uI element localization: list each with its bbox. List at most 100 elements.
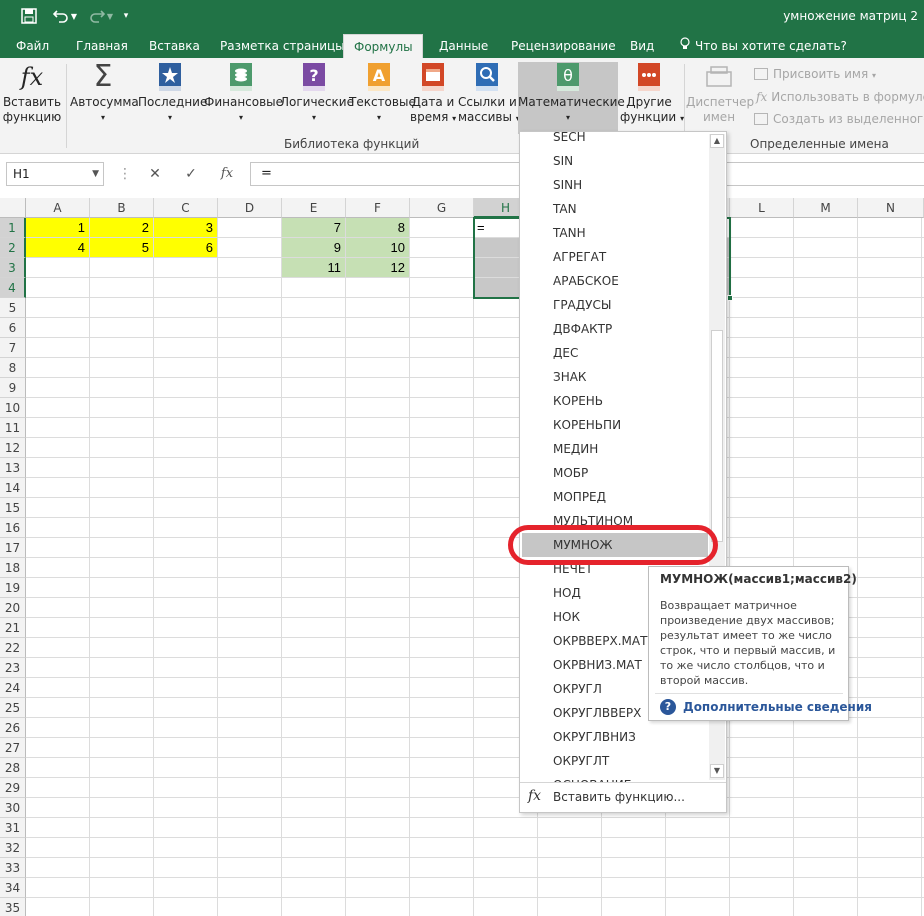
use-in-formula-button[interactable]: fxИспользовать в формуле ▾ (756, 87, 924, 107)
spreadsheet-grid[interactable]: A B C D E F G H I J K L M N 123456789101… (0, 198, 924, 916)
menu-item[interactable]: TAN (520, 197, 710, 221)
menu-item[interactable]: ДВФАКТР (520, 317, 710, 341)
row-header[interactable]: 17 (0, 538, 26, 558)
cell-a1[interactable]: 1 (26, 218, 90, 238)
row-header[interactable]: 9 (0, 378, 26, 398)
row-header[interactable]: 6 (0, 318, 26, 338)
column-header[interactable]: E (282, 198, 346, 218)
menu-item[interactable]: АРАБСКОЕ (520, 269, 710, 293)
row-header[interactable]: 14 (0, 478, 26, 498)
cell-a2[interactable]: 4 (26, 238, 90, 258)
row-header[interactable]: 18 (0, 558, 26, 578)
menu-item[interactable]: МОБР (520, 461, 710, 485)
autosum-button[interactable]: Σ Автосумма ▾ (70, 62, 139, 134)
menu-item[interactable]: ОКРУГЛВНИЗ (520, 725, 710, 749)
recent-functions-button[interactable]: Последние ▾ (138, 62, 207, 134)
menu-item[interactable]: SECH (520, 132, 710, 149)
menu-item[interactable]: ГРАДУСЫ (520, 293, 710, 317)
fx-icon[interactable]: fx (214, 162, 240, 186)
row-header[interactable]: 11 (0, 418, 26, 438)
tooltip-more-info-link[interactable]: Дополнительные сведения (683, 700, 872, 714)
customize-qat-icon[interactable]: ▾ (118, 6, 134, 26)
menu-item[interactable]: МЕДИН (520, 437, 710, 461)
logical-button[interactable]: ? Логические ▾ (280, 62, 354, 134)
cell-e2[interactable]: 9 (282, 238, 346, 258)
row-header[interactable]: 13 (0, 458, 26, 478)
row-header[interactable]: 33 (0, 858, 26, 878)
row-header[interactable]: 15 (0, 498, 26, 518)
menu-item[interactable]: КОРЕНЬ (520, 389, 710, 413)
scroll-down-icon[interactable]: ▼ (710, 764, 724, 778)
cell-e3[interactable]: 11 (282, 258, 346, 278)
menu-item[interactable]: КОРЕНЬПИ (520, 413, 710, 437)
fill-handle[interactable] (727, 295, 733, 301)
column-header[interactable]: L (730, 198, 794, 218)
row-header[interactable]: 8 (0, 358, 26, 378)
row-header[interactable]: 31 (0, 818, 26, 838)
cell-f3[interactable]: 12 (346, 258, 410, 278)
column-header[interactable]: C (154, 198, 218, 218)
tab-formulas[interactable]: Формулы (343, 34, 423, 58)
menu-item[interactable]: ЗНАК (520, 365, 710, 389)
name-box[interactable]: H1 ▼ (6, 162, 104, 186)
tab-data[interactable]: Данные (429, 34, 498, 58)
row-header[interactable]: 7 (0, 338, 26, 358)
menu-item[interactable]: SIN (520, 149, 710, 173)
row-header[interactable]: 32 (0, 838, 26, 858)
column-header[interactable]: A (26, 198, 90, 218)
row-header[interactable]: 12 (0, 438, 26, 458)
cell-c1[interactable]: 3 (154, 218, 218, 238)
menu-item[interactable]: ДЕС (520, 341, 710, 365)
column-header[interactable]: D (218, 198, 282, 218)
row-header[interactable]: 20 (0, 598, 26, 618)
chevron-down-icon[interactable]: ▼ (92, 163, 99, 185)
row-header[interactable]: 4 (0, 278, 26, 298)
row-header[interactable]: 5 (0, 298, 26, 318)
math-trig-button[interactable]: θ Математические ▾ (518, 62, 625, 134)
menu-item[interactable]: МОПРЕД (520, 485, 710, 509)
row-header[interactable]: 30 (0, 798, 26, 818)
menu-item[interactable]: АГРЕГАТ (520, 245, 710, 269)
row-header[interactable]: 34 (0, 878, 26, 898)
row-header[interactable]: 19 (0, 578, 26, 598)
tab-view[interactable]: Вид (620, 34, 664, 58)
tab-insert[interactable]: Вставка (139, 34, 210, 58)
cell-c2[interactable]: 6 (154, 238, 218, 258)
tell-me-box[interactable]: Что вы хотите сделать? (680, 34, 847, 58)
cell-e1[interactable]: 7 (282, 218, 346, 238)
more-functions-button[interactable]: Другие функции ▾ (620, 62, 684, 134)
column-header[interactable]: N (858, 198, 924, 218)
row-header[interactable]: 35 (0, 898, 26, 916)
menu-item[interactable]: ОКРУГЛТ (520, 749, 710, 773)
cell-b2[interactable]: 5 (90, 238, 154, 258)
row-header[interactable]: 25 (0, 698, 26, 718)
row-header[interactable]: 29 (0, 778, 26, 798)
select-all-corner[interactable] (0, 198, 26, 218)
redo-dropdown-icon[interactable]: ▼ (104, 6, 116, 26)
menu-item[interactable]: ОСНОВАНИЕ (520, 773, 710, 782)
undo-dropdown-icon[interactable]: ▼ (68, 6, 80, 26)
row-header[interactable]: 24 (0, 678, 26, 698)
text-functions-button[interactable]: A Текстовые ▾ (349, 62, 416, 134)
lookup-reference-button[interactable]: Ссылки и массивы ▾ (458, 62, 520, 134)
menu-item[interactable]: SINH (520, 173, 710, 197)
row-header[interactable]: 22 (0, 638, 26, 658)
cell-b1[interactable]: 2 (90, 218, 154, 238)
column-header[interactable]: M (794, 198, 858, 218)
row-header[interactable]: 26 (0, 718, 26, 738)
row-header[interactable]: 1 (0, 218, 26, 238)
financial-button[interactable]: Финансовые ▾ (204, 62, 283, 134)
define-name-button[interactable]: Присвоить имя ▾ (754, 64, 876, 84)
name-manager-button[interactable]: Диспетчер имен (686, 62, 754, 134)
save-icon[interactable] (18, 6, 40, 26)
insert-function-menu-item[interactable]: fx Вставить функцию... (520, 782, 726, 812)
row-header[interactable]: 23 (0, 658, 26, 678)
menu-item[interactable]: TANH (520, 221, 710, 245)
insert-function-button[interactable]: fx Вставить функцию (2, 62, 62, 134)
tab-home[interactable]: Главная (66, 34, 138, 58)
row-header[interactable]: 27 (0, 738, 26, 758)
cancel-icon[interactable]: ✕ (142, 162, 168, 186)
datetime-button[interactable]: Дата и время ▾ (410, 62, 456, 134)
row-header[interactable]: 21 (0, 618, 26, 638)
column-header[interactable]: F (346, 198, 410, 218)
